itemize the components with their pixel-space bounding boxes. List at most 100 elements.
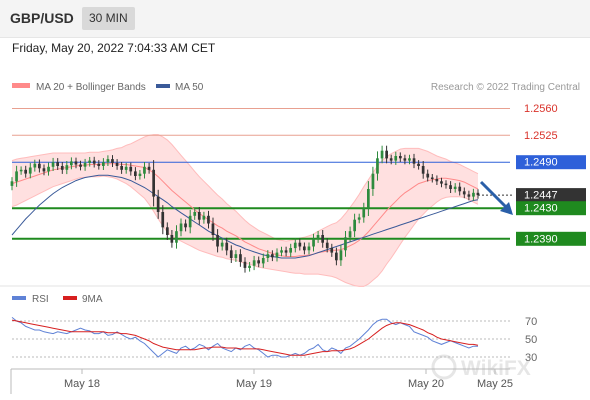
candle-body [188, 215, 192, 228]
candle-body [408, 158, 411, 161]
candle-body [330, 248, 334, 253]
candle-body [175, 231, 178, 243]
wikifx-watermark-text: WikiFX [461, 357, 531, 380]
candle-body [339, 250, 343, 261]
candle-body [97, 163, 101, 166]
candle-body [193, 212, 197, 216]
rsi-tick-label: 70 [525, 316, 537, 328]
ma50-legend-label: MA 50 [175, 82, 204, 93]
candle-body [234, 254, 238, 258]
candle-body [216, 235, 219, 247]
candle-body [120, 166, 123, 170]
candle-body [266, 254, 270, 258]
candle-body [239, 254, 242, 262]
candle-body [303, 246, 306, 251]
candle-body [353, 219, 356, 232]
candle-body [60, 166, 64, 170]
rsi-line [11, 317, 478, 358]
candle-body [115, 162, 119, 166]
candle-body [56, 162, 59, 166]
candle-body [161, 212, 165, 228]
candle-body [298, 242, 302, 247]
rsi-legend-swatch [12, 296, 26, 300]
candle-body [111, 159, 114, 163]
candle-body [444, 183, 448, 186]
candle-body [184, 223, 187, 228]
rsi-ma-legend-label: 9MA [82, 294, 103, 305]
candle-body [38, 163, 41, 169]
candle-body [430, 177, 434, 179]
candle-body [207, 215, 210, 224]
candle-body [92, 160, 96, 164]
candle-body [325, 242, 329, 249]
candle-body [367, 189, 370, 209]
candle-body [74, 161, 78, 165]
x-axis-label: May 19 [236, 378, 272, 390]
candle-body [211, 223, 215, 235]
rsi-gridlines: 705030 [12, 316, 537, 364]
candle-body [143, 166, 146, 174]
candle-body [271, 254, 274, 258]
x-axis-label: May 20 [408, 378, 444, 390]
price-chart: MA 20 + Bollinger Bands MA 50 Research ©… [0, 82, 590, 394]
level-label-support: 1.2430 [524, 203, 558, 215]
research-credit: Research © 2022 Trading Central [431, 82, 580, 93]
candle-body [476, 192, 480, 196]
candle-body [335, 252, 338, 261]
level-labels: 1.2560 1.2525 1.2490 1.24471.2430 1.2390 [516, 103, 586, 246]
candle-body [42, 168, 46, 172]
candle-body [462, 191, 466, 195]
candle-body [102, 162, 105, 166]
candle-body [152, 169, 155, 197]
candle-body [88, 160, 91, 163]
x-axis-labels: May 18 May 19 May 20 May 25 [64, 369, 513, 390]
candle-body [399, 156, 402, 159]
candle-body [83, 162, 87, 167]
candle-body [376, 158, 379, 174]
candle-body [156, 196, 160, 212]
candle-body [426, 173, 430, 178]
candle-body [147, 166, 151, 170]
level-label-support: 1.2390 [524, 233, 558, 245]
candle-body [79, 164, 82, 167]
candle-body [362, 208, 366, 218]
candle-body [394, 156, 398, 161]
candle-body [440, 181, 443, 184]
candle-body [417, 163, 420, 166]
candle-body [129, 166, 133, 172]
candle-body [19, 169, 23, 172]
level-label-resistance: 1.2525 [524, 130, 558, 142]
candle-body [106, 159, 110, 163]
candle-body [197, 212, 201, 220]
candle-body [257, 260, 260, 264]
level-label-current: 1.2447 [524, 190, 558, 202]
candle-body [453, 186, 457, 189]
candle-body [472, 192, 475, 197]
candle-body [280, 250, 283, 253]
candle-body [458, 186, 462, 192]
wikifx-watermark: WikiFX [431, 354, 531, 380]
candle-body [65, 165, 69, 170]
candle-body [348, 231, 352, 238]
candle-body [70, 161, 73, 166]
candle-body [316, 235, 320, 239]
candle-body [252, 260, 256, 266]
rsi-ma-legend-swatch [63, 296, 77, 300]
candle-body [47, 166, 50, 172]
rsi-lines [11, 317, 479, 358]
candle-body [225, 242, 229, 251]
candle-body [229, 250, 233, 258]
candle-body [275, 252, 279, 258]
level-label-pivot: 1.2490 [524, 157, 558, 169]
candle-body [28, 167, 32, 174]
forecast-arrow-icon [479, 180, 513, 215]
candle-body [248, 265, 251, 268]
candle-body [293, 242, 297, 249]
candle-body [385, 150, 388, 159]
candle-body [403, 158, 407, 161]
candle-body [321, 235, 324, 243]
x-axis-label: May 18 [64, 378, 100, 390]
candle-body [179, 223, 183, 232]
candle-body [284, 250, 288, 253]
candle-body [357, 217, 361, 220]
